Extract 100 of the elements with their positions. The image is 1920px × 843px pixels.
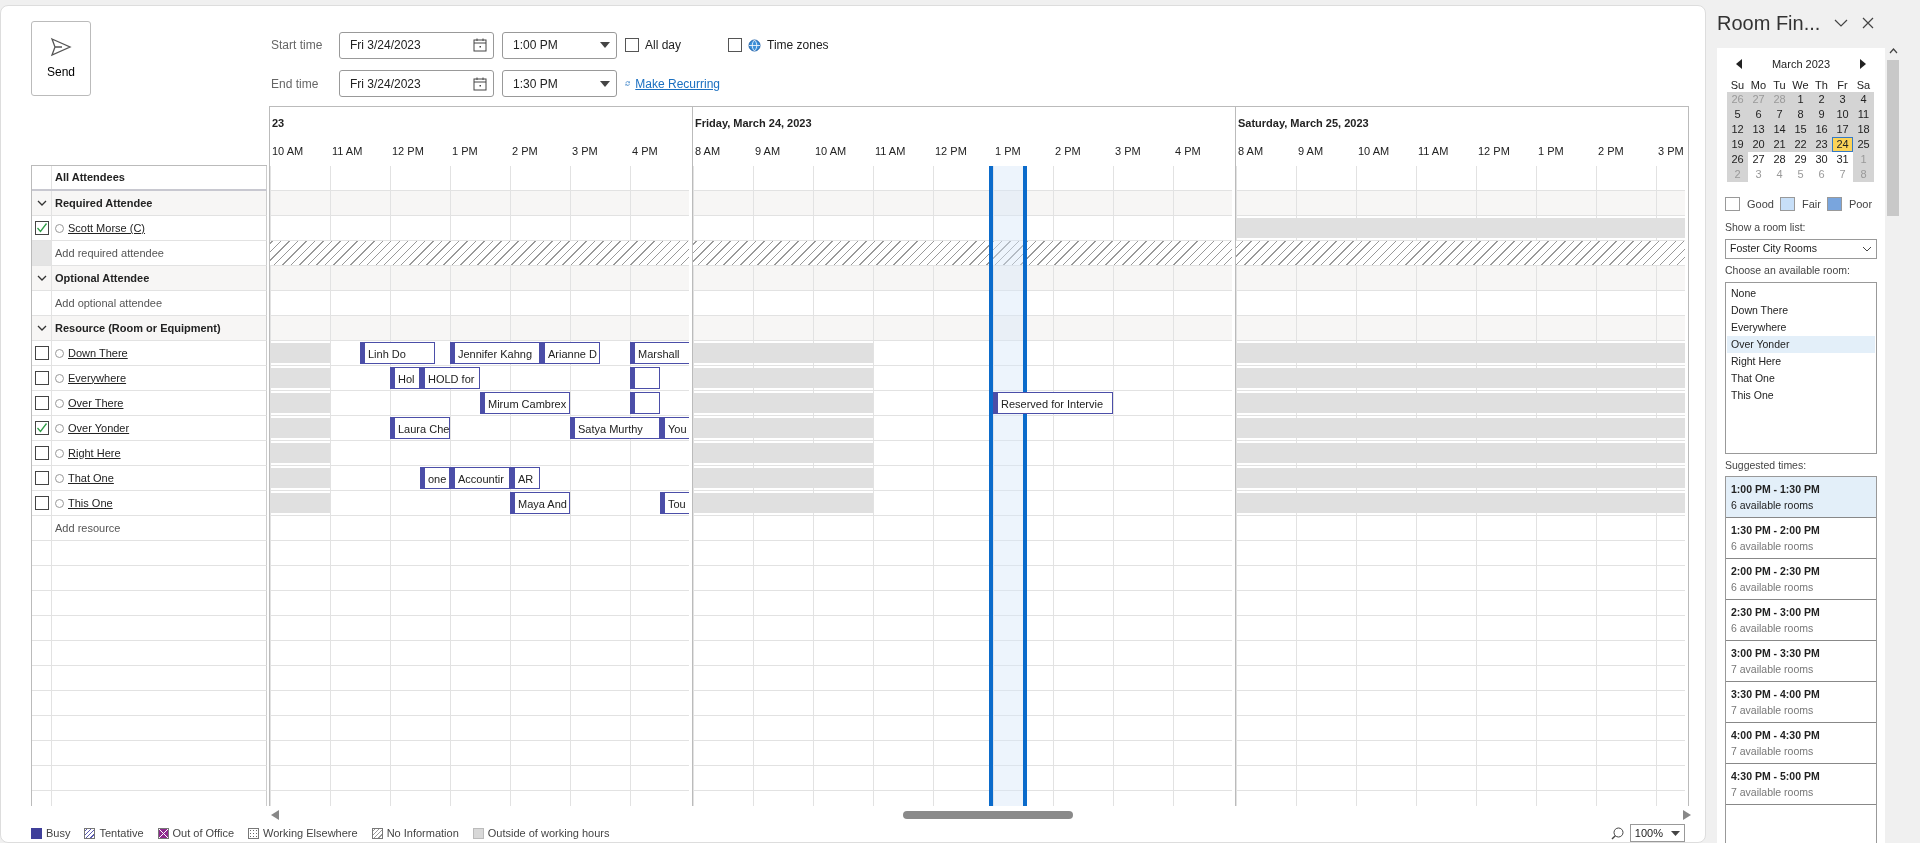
attendee-link[interactable]: Everywhere xyxy=(68,369,127,387)
attendee-link[interactable]: Scott Morse (C) xyxy=(68,219,145,237)
meeting-block[interactable]: Accountir xyxy=(450,467,510,489)
attendee-link[interactable]: Right Here xyxy=(68,444,121,462)
meeting-block[interactable]: AR xyxy=(510,467,540,489)
send-icon xyxy=(50,36,72,57)
send-button[interactable]: Send xyxy=(31,21,91,96)
meeting-block[interactable]: Hol xyxy=(390,367,420,389)
weekday-label: Mo xyxy=(1750,78,1767,91)
suggested-time-item[interactable]: 2:00 PM - 2:30 PM 6 available rooms xyxy=(1726,559,1876,601)
add-attendee-field[interactable]: Add optional attendee xyxy=(55,294,163,312)
checkbox[interactable] xyxy=(34,471,49,486)
scroll-left-icon[interactable] xyxy=(271,810,279,821)
checkbox[interactable] xyxy=(728,38,742,53)
previous-month-icon[interactable] xyxy=(1735,59,1742,70)
calendar-icon[interactable] xyxy=(473,38,487,53)
suggested-time-item[interactable]: 4:30 PM - 5:00 PM 7 available rooms xyxy=(1726,764,1876,806)
meeting-block[interactable]: Satya Murthy xyxy=(570,417,660,439)
checkbox[interactable] xyxy=(625,38,639,53)
room-item[interactable]: None xyxy=(1727,284,1875,302)
time-dropdown[interactable]: 1:00 PM xyxy=(502,31,617,59)
date-field[interactable]: Fri 3/24/2023 xyxy=(339,31,494,59)
legend-label: Good xyxy=(1747,196,1774,212)
checkbox[interactable] xyxy=(34,421,49,436)
checkbox[interactable] xyxy=(34,396,49,411)
weekday-label: Sa xyxy=(1856,78,1871,91)
checkbox[interactable] xyxy=(34,221,49,236)
attendee-link[interactable]: Over There xyxy=(68,394,124,412)
legend-swatch xyxy=(84,827,96,839)
add-attendee-field[interactable]: Add resource xyxy=(55,519,121,537)
checkbox[interactable] xyxy=(34,346,49,361)
calendar-day[interactable]: 27 xyxy=(1748,151,1769,167)
legend-label: Tentative xyxy=(99,825,144,841)
suggested-time-item[interactable]: 3:00 PM - 3:30 PM 7 available rooms xyxy=(1726,641,1876,683)
chevron-icon[interactable] xyxy=(36,324,47,332)
checkbox[interactable] xyxy=(34,371,49,386)
room-item[interactable]: That One xyxy=(1727,369,1875,387)
attendee-link[interactable]: Down There xyxy=(68,344,128,362)
meeting-block[interactable]: Reserved for Intervie xyxy=(993,392,1113,414)
room-list-dropdown[interactable]: Foster City Rooms xyxy=(1725,238,1877,259)
close-icon[interactable] xyxy=(1862,17,1875,29)
chevron-icon[interactable] xyxy=(36,274,47,282)
calendar-day[interactable]: 31 xyxy=(1832,151,1853,167)
meeting-block[interactable]: Jennifer Kahng xyxy=(450,342,540,364)
suggested-time-item[interactable]: 3:30 PM - 4:00 PM 7 available rooms xyxy=(1726,682,1876,724)
checkbox[interactable] xyxy=(34,496,49,511)
next-month-icon[interactable] xyxy=(1860,59,1867,70)
suggested-time-item[interactable]: 2:30 PM - 3:00 PM 6 available rooms xyxy=(1726,600,1876,642)
calendar-day[interactable]: 30 xyxy=(1811,151,1832,167)
room-item[interactable]: This One xyxy=(1727,386,1875,404)
meeting-block[interactable] xyxy=(630,367,660,389)
meeting-block[interactable]: Laura Che xyxy=(390,417,450,439)
unavailable-block xyxy=(270,393,330,413)
room-item[interactable]: Right Here xyxy=(1727,352,1875,370)
group-label: Required Attendee xyxy=(55,195,153,211)
meeting-block[interactable]: Mirum Cambrex xyxy=(480,392,570,414)
room-item[interactable]: Everywhere xyxy=(1727,318,1875,336)
attendee-link[interactable]: This One xyxy=(68,494,113,512)
room-item[interactable]: Down There xyxy=(1727,301,1875,319)
hour-label: 4 PM xyxy=(632,145,658,158)
zoom-dropdown[interactable]: 100% xyxy=(1629,824,1685,842)
suggested-time-item[interactable]: 4:00 PM - 4:30 PM 7 available rooms xyxy=(1726,723,1876,765)
calendar-day[interactable]: 4 xyxy=(1853,91,1874,107)
scroll-up-icon[interactable] xyxy=(1888,48,1898,54)
checkbox[interactable] xyxy=(34,446,49,461)
meeting-block[interactable]: HOLD for xyxy=(420,367,480,389)
legend-swatch xyxy=(157,827,169,839)
meeting-block[interactable]: Maya And xyxy=(510,492,570,514)
field-label: Show a room list: xyxy=(1725,220,1807,235)
recurrence-link[interactable]: Make Recurring xyxy=(625,74,720,93)
meeting-block[interactable]: You xyxy=(660,417,689,439)
date-label: Saturday, March 25, 2023 xyxy=(1238,115,1369,131)
chevron-icon[interactable] xyxy=(1834,19,1849,27)
scroll-right-icon[interactable] xyxy=(1683,810,1691,821)
calendar-day[interactable]: 2 xyxy=(1811,91,1832,107)
suggested-time-item[interactable]: 1:30 PM - 2:00 PM 6 available rooms xyxy=(1726,518,1876,560)
calendar-day[interactable]: 28 xyxy=(1769,151,1790,167)
legend-swatch xyxy=(31,827,42,839)
calendar-icon[interactable] xyxy=(473,76,487,91)
scrollbar-thumb[interactable] xyxy=(903,811,1073,820)
calendar-day[interactable]: 3 xyxy=(1832,91,1853,107)
hour-label: 10 AM xyxy=(815,145,847,158)
room-item[interactable]: Over Yonder xyxy=(1727,335,1875,353)
time-dropdown[interactable]: 1:30 PM xyxy=(502,70,617,98)
chevron-icon[interactable] xyxy=(36,199,47,207)
meeting-block[interactable]: Tou xyxy=(660,492,689,514)
attendee-link[interactable]: Over Yonder xyxy=(68,419,130,437)
meeting-block[interactable]: Linh Do xyxy=(360,342,435,364)
attendee-link[interactable]: That One xyxy=(68,469,114,487)
meeting-block[interactable]: Marshall xyxy=(630,342,689,364)
suggested-time-item[interactable]: 1:00 PM - 1:30 PM 6 available rooms xyxy=(1726,477,1876,519)
scrollbar-thumb[interactable] xyxy=(1887,60,1899,216)
meeting-block[interactable]: one xyxy=(420,467,450,489)
meeting-block[interactable]: Arianne D xyxy=(540,342,600,364)
calendar-day[interactable]: 1 xyxy=(1790,91,1811,107)
calendar-day[interactable]: 29 xyxy=(1790,151,1811,167)
legend-swatch xyxy=(371,827,383,839)
add-attendee-field[interactable]: Add required attendee xyxy=(55,244,164,262)
date-field[interactable]: Fri 3/24/2023 xyxy=(339,70,494,98)
meeting-block[interactable] xyxy=(630,392,660,414)
